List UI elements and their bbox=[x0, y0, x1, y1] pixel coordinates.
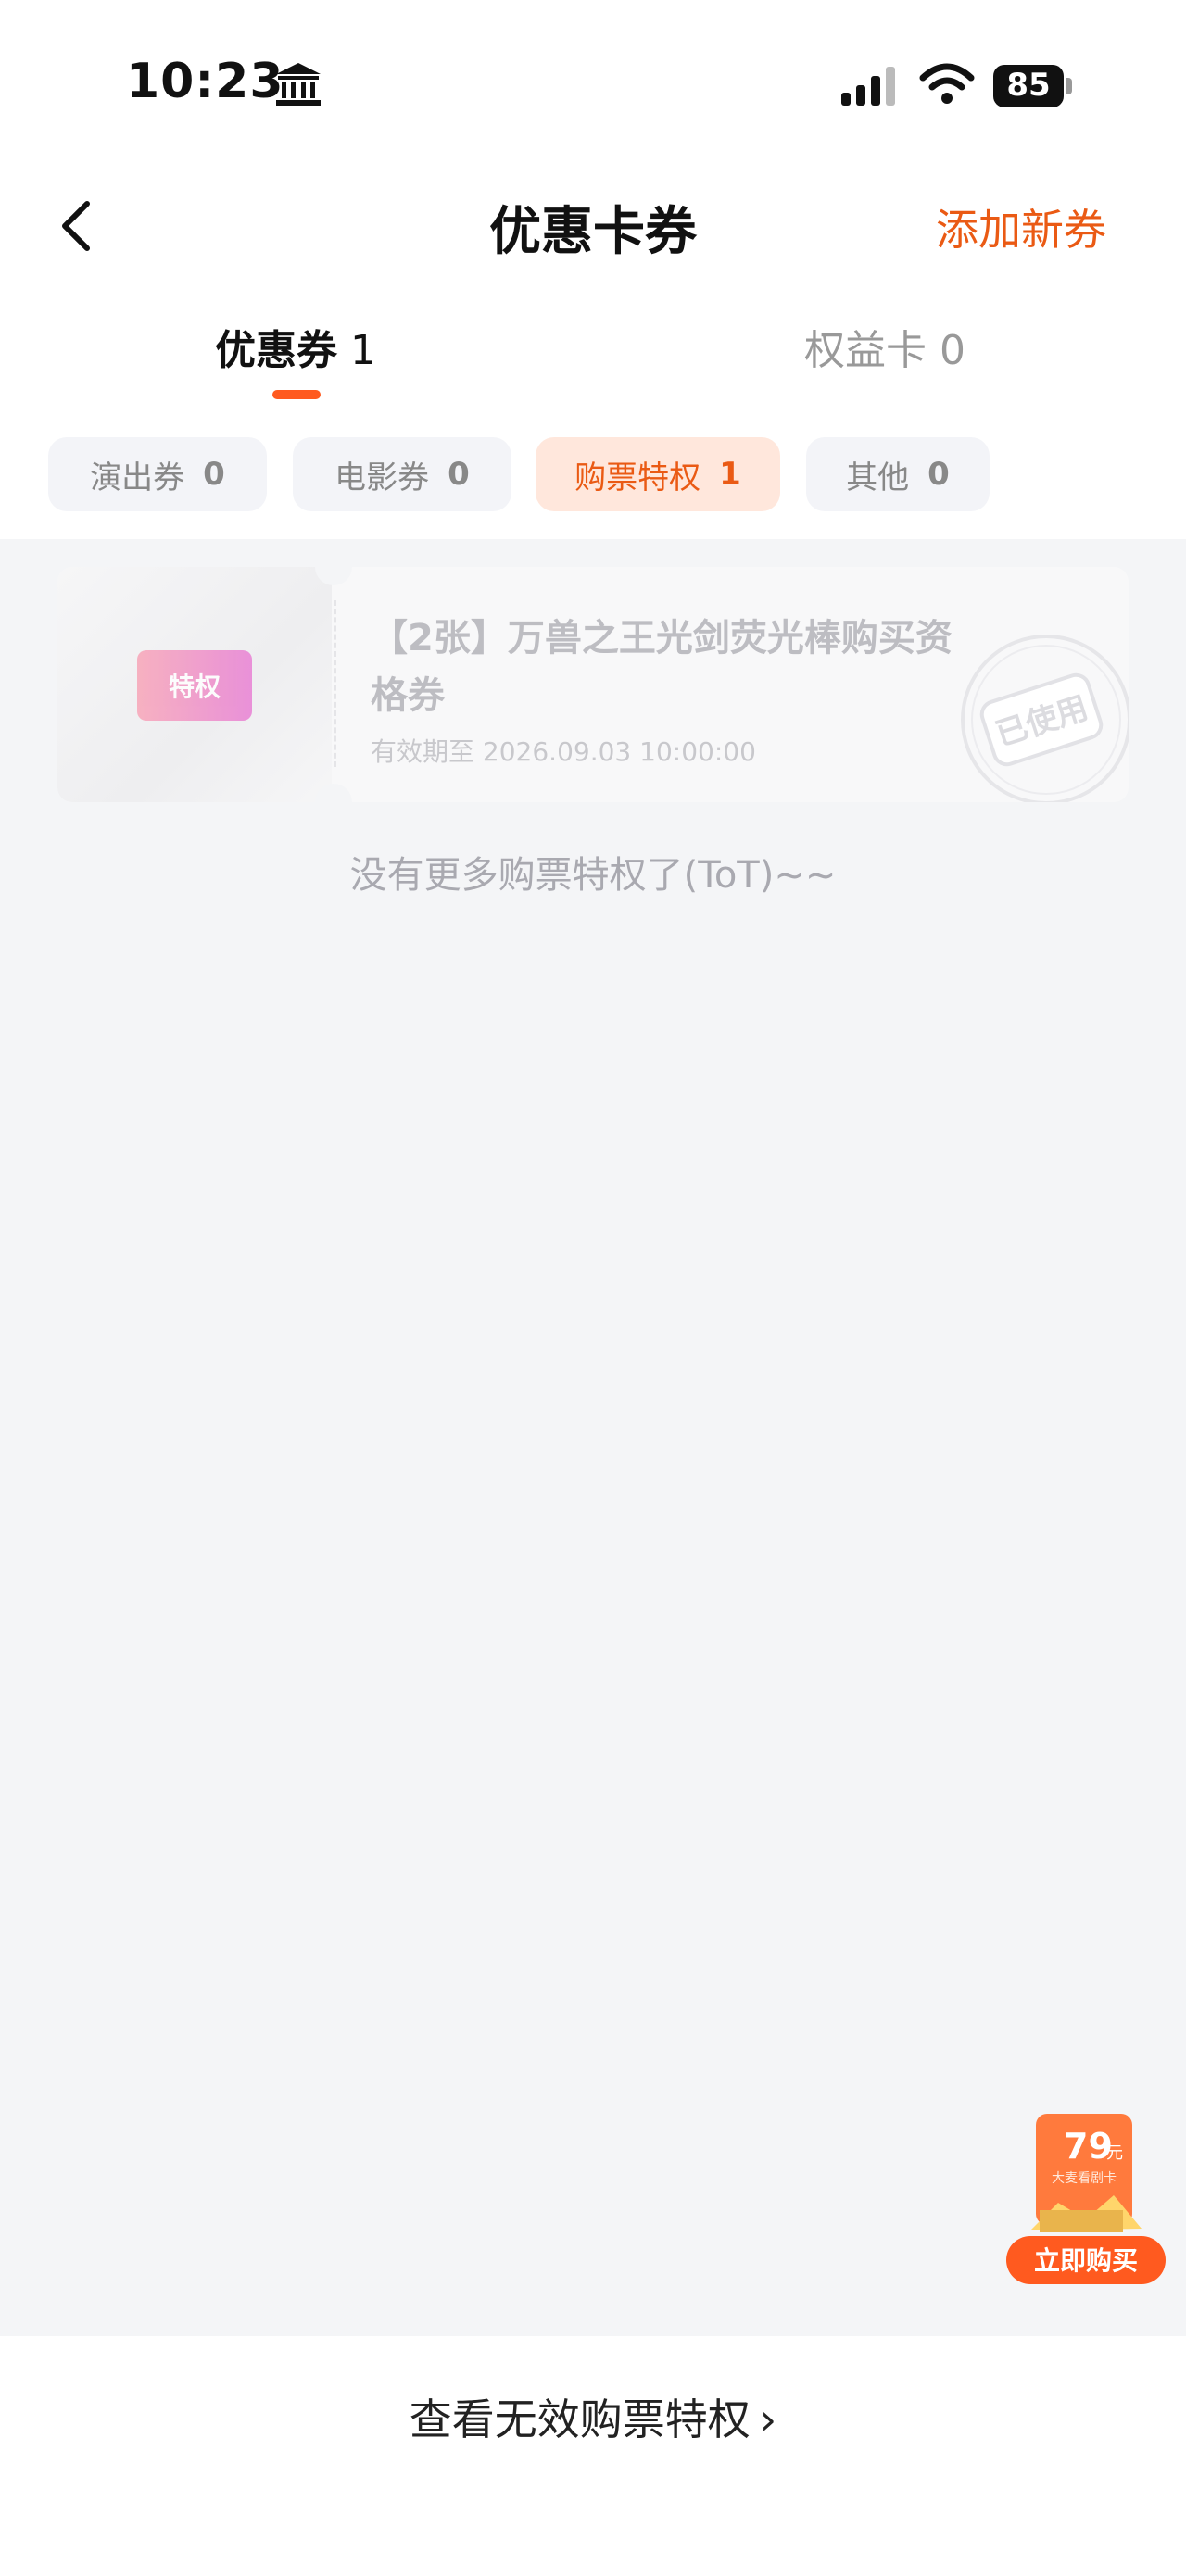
add-voucher-button[interactable]: 添加新券 bbox=[936, 196, 1106, 258]
promo-price: 79 bbox=[1064, 2126, 1113, 2167]
promo-buy-label: 立即购买 bbox=[1034, 2245, 1138, 2276]
view-invalid-label: 查看无效购票特权 bbox=[409, 2394, 751, 2444]
view-invalid-privileges-link[interactable]: 查看无效购票特权 › bbox=[0, 2386, 1186, 2447]
chip-purchase-privilege[interactable]: 购票特权 1 bbox=[536, 437, 780, 511]
chip-label: 购票特权 bbox=[574, 459, 701, 496]
chip-label: 演出券 bbox=[90, 459, 185, 496]
no-more-text: 没有更多购票特权了(ToT)~~ bbox=[349, 854, 837, 897]
expiry-label: 有效期至 bbox=[371, 736, 475, 767]
chip-movie-tickets[interactable]: 电影券 0 bbox=[293, 437, 511, 511]
tab-benefit-cards-label: 权益卡 bbox=[804, 327, 927, 374]
back-arrow-icon[interactable] bbox=[56, 198, 96, 254]
tab-benefit-cards-count: 0 bbox=[940, 327, 965, 374]
signal-icon bbox=[841, 67, 895, 106]
tab-indicator bbox=[272, 390, 321, 399]
battery-icon: 85 bbox=[993, 65, 1073, 107]
voucher-card[interactable]: 特权 【2张】万兽之王光剑荧光棒购买资格券 有效期至 2026.09.03 10… bbox=[57, 567, 1129, 802]
chip-label: 电影券 bbox=[334, 459, 430, 496]
status-time: 10:23 bbox=[126, 54, 284, 109]
voucher-title: 【2张】万兽之王光剑荧光棒购买资格券 bbox=[371, 617, 953, 717]
tab-coupons-count: 1 bbox=[350, 327, 376, 374]
chip-count: 0 bbox=[448, 456, 470, 493]
privilege-badge-label: 特权 bbox=[168, 672, 221, 702]
bank-icon bbox=[276, 63, 321, 106]
chip-label: 其他 bbox=[846, 459, 910, 496]
chip-count: 0 bbox=[203, 456, 225, 493]
chevron-right-icon: › bbox=[759, 2394, 777, 2444]
promo-buy-card-widget[interactable]: 79 元 大麦看剧卡 立即购买 bbox=[1003, 2110, 1169, 2295]
tab-coupons[interactable]: 优惠券 1 bbox=[215, 317, 376, 376]
tab-benefit-cards[interactable]: 权益卡 0 bbox=[804, 317, 965, 376]
chip-show-tickets[interactable]: 演出券 0 bbox=[48, 437, 267, 511]
used-stamp-icon: 已使用 bbox=[961, 635, 1129, 802]
chip-count: 1 bbox=[719, 456, 741, 493]
expiry-value: 2026.09.03 10:00:00 bbox=[482, 736, 756, 767]
bottom-bar bbox=[0, 2336, 1186, 2576]
chip-count: 0 bbox=[927, 456, 950, 493]
promo-card-name: 大麦看剧卡 bbox=[1052, 2171, 1117, 2186]
wifi-icon bbox=[919, 63, 975, 104]
voucher-expiry: 有效期至 2026.09.03 10:00:00 bbox=[371, 732, 756, 769]
card-divider bbox=[334, 600, 336, 767]
page-title: 优惠卡券 bbox=[489, 202, 697, 262]
tab-coupons-label: 优惠券 bbox=[215, 327, 337, 374]
privilege-badge: 特权 bbox=[137, 650, 252, 721]
promo-unit: 元 bbox=[1106, 2143, 1123, 2163]
chip-other[interactable]: 其他 0 bbox=[806, 437, 990, 511]
